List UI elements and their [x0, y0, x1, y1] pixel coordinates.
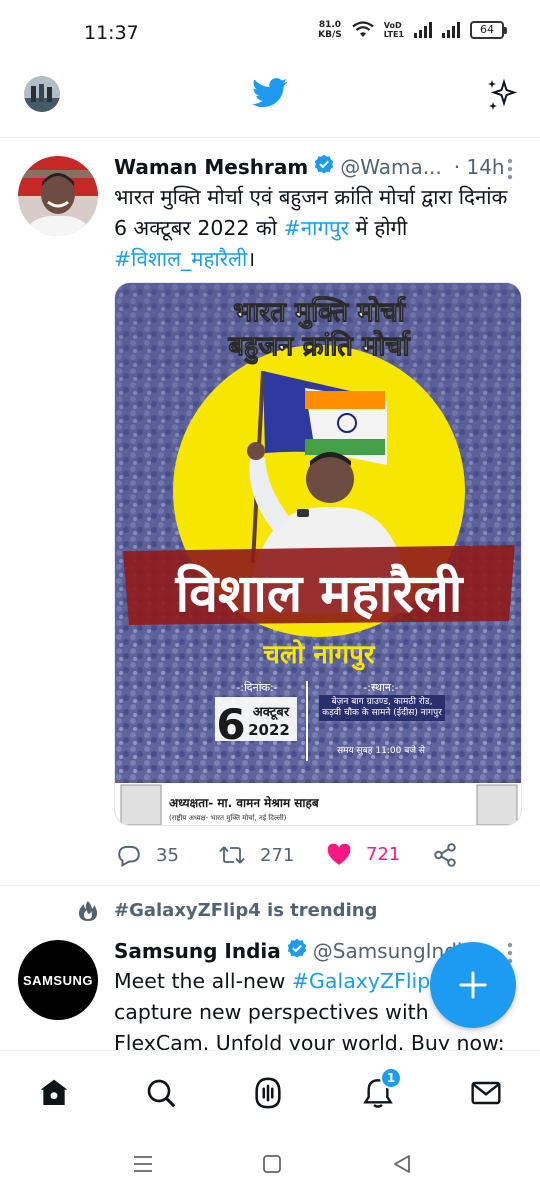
tab-search[interactable]: [141, 1073, 181, 1113]
hashtag-link[interactable]: #विशाल_महारैली: [114, 247, 247, 271]
notification-count-badge: 1: [380, 1067, 402, 1089]
more-options-icon[interactable]: [506, 158, 514, 184]
signal-bars-2-icon: [442, 22, 460, 38]
status-time: 11:37: [84, 22, 139, 44]
like-button[interactable]: 721: [326, 842, 400, 866]
poster-date-day: 6: [216, 700, 245, 749]
tweet-text-part2: में होगी: [349, 216, 408, 240]
poster-venue-text: बेज़न बाग ग्राउण्ड, कामठी रोड, कड़वी चौक…: [319, 695, 445, 721]
envelope-icon: [471, 1081, 501, 1105]
reply-button[interactable]: 35: [116, 842, 179, 868]
tab-spaces[interactable]: [248, 1073, 288, 1113]
network-speed-value: 81.0: [318, 20, 342, 30]
poster-date-year: 2022: [248, 721, 290, 739]
volte-indicator: VoD LTE1: [384, 21, 404, 39]
share-button[interactable]: [432, 842, 458, 868]
home-square-icon[interactable]: [262, 1154, 282, 1178]
tweet-card[interactable]: Waman Meshram @Wama... · 14h भारत मुक्ति…: [0, 140, 540, 886]
trending-context[interactable]: #GalaxyZFlip4 is trending: [0, 894, 540, 930]
spaces-microphone-icon: [255, 1077, 281, 1109]
poster-subtitle: चलो नागपुर: [262, 639, 375, 671]
network-speed-unit: KB/S: [318, 30, 342, 40]
poster-line2: बहुजन क्रांति मोर्चा: [228, 330, 411, 365]
reply-count: 35: [156, 844, 179, 866]
status-bar: 11:37 81.0 KB/S VoD LTE1 64: [0, 0, 540, 64]
like-count: 721: [366, 843, 401, 865]
tweet-actions: 35 271 721: [114, 842, 514, 872]
poster-venue-label: -:स्थान:-: [363, 681, 398, 694]
author-name[interactable]: Waman Meshram: [114, 155, 308, 179]
retweet-button[interactable]: 271: [218, 842, 294, 868]
tweet-media-image[interactable]: भारत मुक्ति मोर्चा बहुजन क्रांति मोर्चा …: [114, 282, 522, 826]
tab-home[interactable]: [34, 1073, 74, 1113]
author-avatar[interactable]: [18, 156, 98, 236]
samsung-avatar[interactable]: SAMSUNG: [18, 940, 98, 1020]
author-name[interactable]: Samsung India: [114, 939, 281, 963]
poster-line1: भारत मुक्ति मोर्चा: [233, 296, 405, 329]
poster-footer-small: (राष्ट्रीय अध्यक्ष- भारत मुक्ति मोर्चा, …: [169, 813, 287, 822]
rally-poster: भारत मुक्ति मोर्चा बहुजन क्रांति मोर्चा …: [115, 283, 521, 825]
tweet-text-part3: ।: [247, 247, 256, 271]
author-avatar-image: [18, 156, 98, 236]
verified-badge-icon: [314, 154, 334, 179]
tweet-text: भारत मुक्ति मोर्चा एवं बहुजन क्रांति मोर…: [114, 182, 514, 275]
poster-date-month: अक्टूबर: [253, 705, 290, 720]
reply-icon: [118, 845, 140, 867]
poster-big-title: विशाल महारैली: [175, 563, 465, 624]
tweet-header: Waman Meshram @Wama... · 14h: [114, 154, 514, 179]
author-handle[interactable]: @Wama...: [340, 155, 442, 179]
flame-icon: [78, 900, 98, 926]
hashtag-link[interactable]: #GalaxyZFlip4: [292, 969, 443, 993]
poster-time-text: समय सुबह 11:00 बजे से: [337, 744, 426, 756]
volte-label-top: VoD: [383, 21, 402, 30]
recent-apps-icon[interactable]: [132, 1154, 154, 1178]
tab-messages[interactable]: [466, 1073, 506, 1113]
volte-label-bottom: LTE1: [383, 30, 404, 39]
verified-badge-icon: [287, 938, 307, 963]
plus-icon: [459, 971, 487, 999]
bottom-tab-bar: 1: [0, 1050, 540, 1134]
battery-indicator: 64: [470, 21, 507, 39]
signal-bars-1-icon: [414, 22, 432, 38]
system-navigation-bar: [0, 1134, 540, 1200]
poster-date-label: -:दिनांक:-: [236, 681, 277, 694]
twitter-bird-icon[interactable]: [252, 78, 288, 112]
tweet-text-part1: Meet the all-new: [114, 969, 292, 993]
compose-tweet-button[interactable]: [430, 942, 516, 1028]
top-header: [0, 64, 540, 138]
hashtag-link[interactable]: #नागपुर: [284, 216, 349, 240]
share-icon: [434, 843, 456, 867]
wifi-icon: [352, 21, 374, 37]
search-icon: [147, 1079, 176, 1108]
home-icon: [40, 1079, 68, 1105]
retweet-count: 271: [260, 844, 295, 866]
sparkle-icon[interactable]: [484, 76, 520, 116]
trending-label: #GalaxyZFlip4 is trending: [114, 900, 378, 921]
network-speed: 81.0 KB/S: [318, 20, 342, 40]
profile-avatar[interactable]: [24, 76, 60, 112]
retweet-icon: [219, 846, 245, 864]
poster-footer-text: अध्यक्षता- मा. वामन मेश्राम साहब: [169, 796, 320, 810]
profile-avatar-image: [24, 76, 60, 112]
tweet-timestamp[interactable]: · 14h: [454, 155, 505, 179]
tab-notifications[interactable]: 1: [358, 1067, 402, 1113]
heart-filled-icon: [327, 843, 351, 865]
status-indicators: 81.0 KB/S VoD LTE1 64: [318, 20, 507, 40]
back-triangle-icon[interactable]: [392, 1154, 412, 1178]
